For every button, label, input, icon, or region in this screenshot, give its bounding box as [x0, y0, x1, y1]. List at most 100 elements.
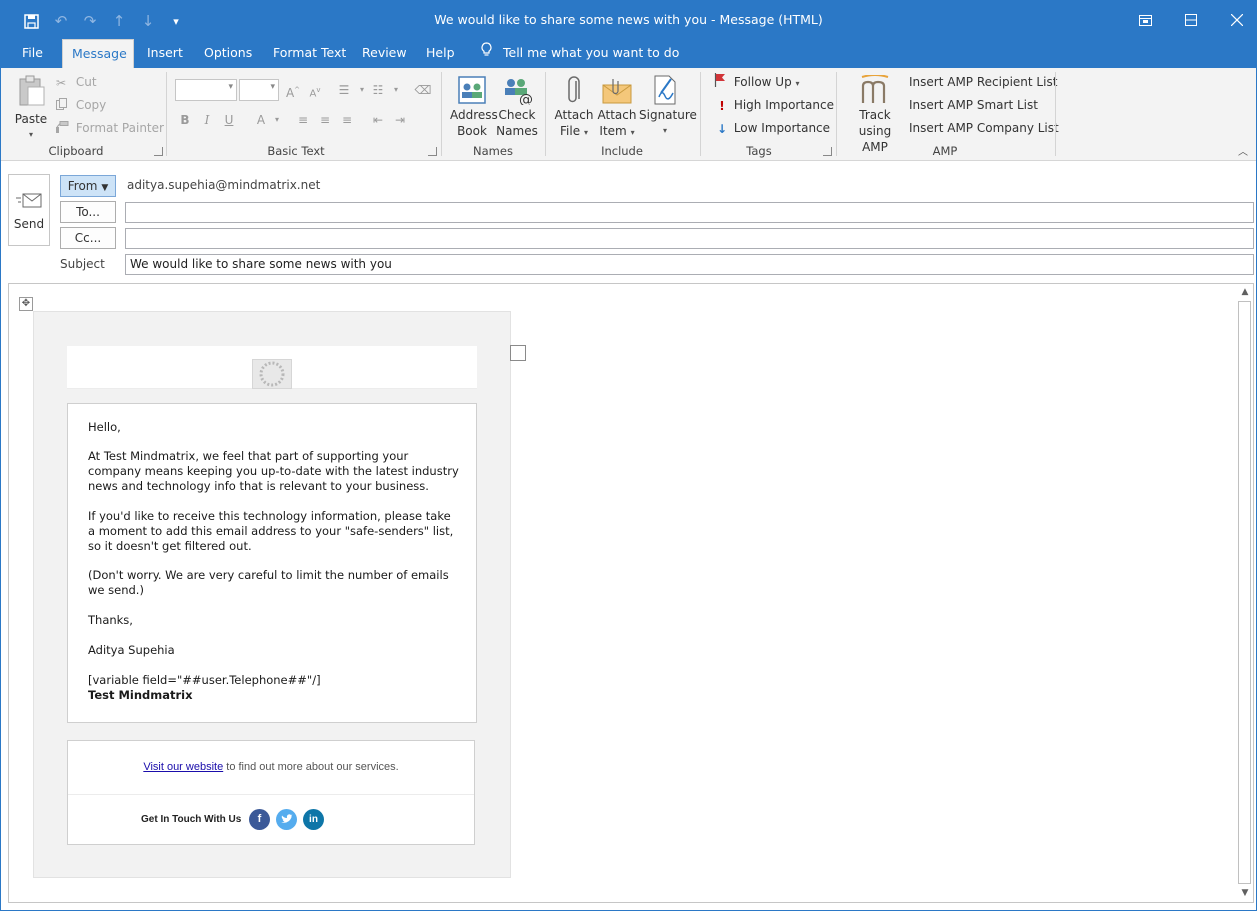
scroll-down-icon[interactable]: ▼ — [1237, 885, 1253, 901]
tell-me-search[interactable]: Tell me what you want to do — [479, 39, 679, 68]
paste-button[interactable]: Paste ▾ — [11, 73, 51, 143]
amp-logo-icon — [844, 73, 906, 107]
vertical-scrollbar[interactable]: ▲ ▼ — [1237, 284, 1253, 902]
bold-icon[interactable]: B — [176, 111, 194, 129]
underline-icon[interactable]: U — [220, 111, 238, 129]
high-importance-button[interactable]: ! High Importance — [714, 95, 834, 115]
send-label: Send — [13, 217, 45, 231]
subject-field[interactable]: We would like to share some news with yo… — [125, 254, 1254, 275]
address-book-label-1: Address — [450, 108, 498, 122]
tab-format-text[interactable]: Format Text — [264, 39, 355, 68]
ribbon-display-options-icon[interactable] — [1131, 9, 1159, 31]
to-button[interactable]: To... — [60, 201, 116, 223]
font-size-combo[interactable] — [239, 79, 279, 101]
email-paragraph-2: If you'd like to receive this technology… — [88, 509, 454, 553]
high-importance-label: High Importance — [733, 98, 834, 112]
italic-icon[interactable]: I — [198, 111, 216, 129]
insert-amp-smart-list-button[interactable]: Insert AMP Smart List — [909, 95, 1038, 115]
scroll-up-icon[interactable]: ▲ — [1237, 284, 1253, 300]
track-label-1: Track — [859, 108, 891, 122]
font-color-dropdown-icon[interactable]: ▾ — [268, 111, 286, 129]
paste-label: Paste — [14, 112, 48, 126]
subject-label: Subject — [60, 257, 105, 271]
clipboard-group-label: Clipboard — [48, 144, 104, 158]
copy-label: Copy — [75, 98, 107, 112]
get-in-touch-label: Get In Touch With Us — [141, 814, 242, 825]
title-bar: ↶ ↷ ↑ ↓ ▾ We would like to share some ne… — [1, 1, 1256, 39]
group-divider — [1055, 72, 1056, 156]
tell-me-text: Tell me what you want to do — [503, 45, 680, 60]
bullets-icon[interactable]: ☰ — [335, 81, 353, 99]
signature-button[interactable]: Signature ▾ — [639, 73, 697, 139]
check-names-icon: @ — [496, 73, 538, 108]
from-address: aditya.supehia@mindmatrix.net — [127, 178, 321, 192]
tab-message[interactable]: Message — [62, 39, 134, 68]
tab-file[interactable]: File — [13, 39, 52, 68]
email-thanks: Thanks, — [88, 613, 133, 627]
footer-divider — [68, 794, 474, 795]
copy-button[interactable]: Copy — [56, 95, 106, 115]
logo-header — [67, 346, 477, 389]
address-book-icon — [450, 73, 494, 107]
email-sender-name: Aditya Supehia — [88, 643, 175, 657]
align-left-icon[interactable]: ≡ — [294, 111, 312, 129]
email-company: Test Mindmatrix — [88, 688, 193, 702]
logo-placeholder-icon — [252, 359, 292, 389]
clipboard-dialog-launcher-icon[interactable] — [154, 147, 163, 156]
down-arrow-icon: ↓ — [716, 121, 728, 136]
group-divider — [545, 72, 546, 156]
ribbon: Paste ▾ ✂ Cut Copy Format Painter Clipbo… — [1, 68, 1256, 161]
attach-file-dropdown-icon: ▾ — [583, 128, 588, 137]
address-book-button[interactable]: Address Book — [450, 73, 498, 139]
increase-indent-icon[interactable]: ⇥ — [391, 111, 409, 129]
collapse-ribbon-icon[interactable]: ︿ — [1238, 143, 1248, 158]
basic-text-dialog-launcher-icon[interactable] — [428, 147, 437, 156]
close-icon[interactable] — [1223, 9, 1251, 31]
visit-website-rest: to find out more about our services. — [223, 761, 399, 773]
linkedin-icon[interactable]: in — [303, 809, 324, 830]
scrollbar-thumb[interactable] — [1238, 301, 1251, 884]
shrink-font-icon[interactable]: Av — [306, 81, 324, 99]
clear-formatting-icon[interactable]: ⌫ — [414, 81, 432, 99]
attach-file-button[interactable]: Attach File ▾ — [554, 73, 594, 141]
tab-options[interactable]: Options — [195, 39, 261, 68]
numbering-dropdown-icon[interactable]: ▾ — [387, 81, 405, 99]
insert-amp-company-list-button[interactable]: Insert AMP Company List — [909, 118, 1059, 138]
format-painter-label: Format Painter — [75, 121, 164, 135]
follow-up-button[interactable]: Follow Up ▾ — [714, 72, 800, 92]
email-variable-field: [variable field="##user.Telephone##"/] — [88, 673, 321, 687]
align-right-icon[interactable]: ≡ — [338, 111, 356, 129]
numbering-icon[interactable]: ☷ — [369, 81, 387, 99]
table-move-handle-icon[interactable]: ✥ — [19, 297, 33, 311]
align-center-icon[interactable]: ≡ — [316, 111, 334, 129]
attach-item-button[interactable]: Attach Item ▾ — [597, 73, 637, 141]
low-importance-button[interactable]: ↓ Low Importance — [714, 118, 830, 138]
from-button[interactable]: From ▼ — [60, 175, 116, 197]
insert-amp-recipient-list-button[interactable]: Insert AMP Recipient List — [909, 72, 1057, 92]
decrease-indent-icon[interactable]: ⇤ — [369, 111, 387, 129]
tags-dialog-launcher-icon[interactable] — [823, 147, 832, 156]
image-anchor-box[interactable] — [510, 345, 526, 361]
font-name-combo[interactable] — [175, 79, 237, 101]
track-using-amp-button[interactable]: Track using AMP — [844, 73, 906, 155]
check-names-button[interactable]: @ Check Names — [496, 73, 538, 139]
visit-website-text: Visit our website to find out more about… — [68, 761, 474, 773]
group-divider — [166, 72, 167, 156]
visit-website-link[interactable]: Visit our website — [143, 761, 223, 773]
tab-help[interactable]: Help — [417, 39, 464, 68]
email-paragraph-3: (Don't worry. We are very careful to lim… — [88, 568, 449, 597]
facebook-icon[interactable]: f — [249, 809, 270, 830]
cc-field[interactable] — [125, 228, 1254, 249]
attach-file-label-1: Attach — [554, 108, 594, 122]
cut-button[interactable]: ✂ Cut — [56, 72, 97, 92]
send-button[interactable]: Send — [8, 174, 50, 246]
grow-font-icon[interactable]: A^ — [284, 81, 302, 100]
tab-insert[interactable]: Insert — [138, 39, 192, 68]
cc-button[interactable]: Cc... — [60, 227, 116, 249]
ribbon-tabs: File Message Insert Options Format Text … — [1, 39, 1256, 68]
tab-review[interactable]: Review — [353, 39, 416, 68]
twitter-icon[interactable] — [276, 809, 297, 830]
maximize-icon[interactable] — [1177, 9, 1205, 31]
to-field[interactable] — [125, 202, 1254, 223]
format-painter-button[interactable]: Format Painter — [56, 118, 164, 138]
